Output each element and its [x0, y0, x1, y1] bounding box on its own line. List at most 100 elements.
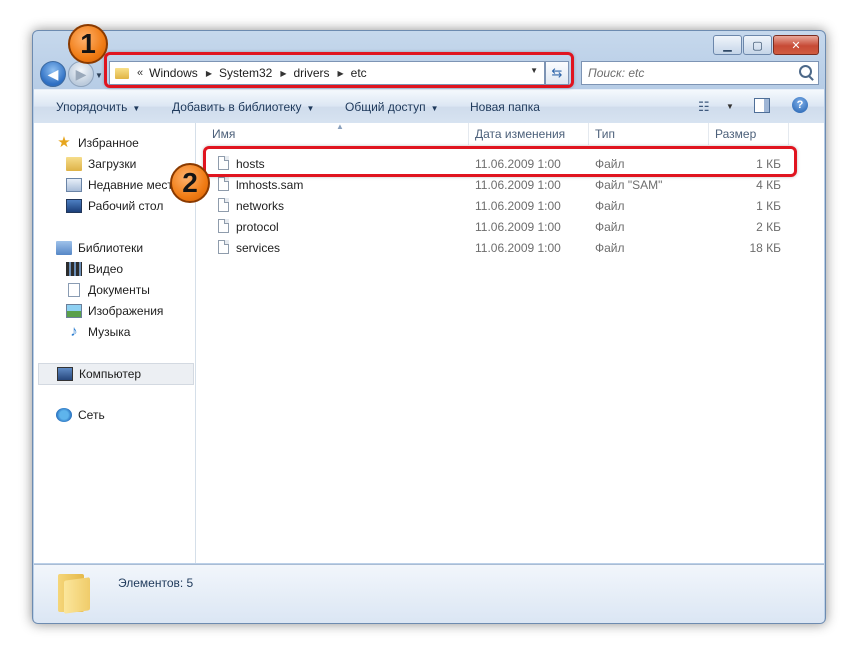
help-icon[interactable]: ?	[792, 97, 808, 113]
music-icon: ♪	[70, 323, 78, 340]
video-icon	[66, 262, 82, 276]
nav-images[interactable]: Изображения	[66, 301, 194, 321]
file-type: Файл	[595, 220, 625, 234]
nav-music-label: Музыка	[88, 325, 131, 339]
organize-label: Упорядочить	[56, 100, 128, 114]
add-to-library-button[interactable]: Добавить в библиотеку ▼	[172, 100, 314, 114]
file-size: 4 КБ	[756, 178, 781, 192]
nav-video-label: Видео	[88, 262, 124, 276]
details-pane: Элементов: 5	[34, 564, 824, 623]
minimize-button[interactable]: ▁	[713, 35, 742, 55]
computer-icon	[57, 367, 73, 381]
recent-pages-dropdown[interactable]: ▼	[95, 71, 103, 80]
file-icon	[218, 240, 229, 254]
file-date: 11.06.2009 1:00	[475, 241, 561, 255]
items-count: Элементов: 5	[118, 576, 194, 590]
nav-computer[interactable]: Компьютер	[38, 363, 194, 385]
forward-button[interactable]: ▶	[68, 61, 94, 87]
nav-network-label: Сеть	[78, 408, 105, 422]
file-row-networks[interactable]: networks 11.06.2009 1:00 Файл 1 КБ	[196, 195, 824, 216]
nav-desktop[interactable]: Рабочий стол	[66, 196, 194, 216]
nav-music[interactable]: ♪ Музыка	[66, 322, 194, 342]
images-icon	[66, 304, 82, 318]
search-input[interactable]: Поиск: etc	[581, 61, 819, 85]
window-controls: ▁ ▢ ✕	[712, 35, 819, 55]
nav-favorites-label: Избранное	[78, 136, 139, 150]
chevron-down-icon: ▼	[430, 104, 439, 113]
nav-video[interactable]: Видео	[66, 259, 194, 279]
file-date: 11.06.2009 1:00	[475, 220, 561, 234]
file-row-protocol[interactable]: protocol 11.06.2009 1:00 Файл 2 КБ	[196, 216, 824, 237]
file-row-lmhosts[interactable]: lmhosts.sam 11.06.2009 1:00 Файл "SAM" 4…	[196, 174, 824, 195]
nav-documents-label: Документы	[88, 283, 150, 297]
organize-button[interactable]: Упорядочить ▼	[56, 100, 140, 114]
file-name: lmhosts.sam	[236, 178, 304, 192]
file-name: protocol	[236, 220, 279, 234]
search-icon	[799, 65, 812, 78]
preview-pane-icon[interactable]	[754, 98, 770, 113]
file-size: 18 КБ	[749, 241, 781, 255]
share-button[interactable]: Общий доступ ▼	[345, 100, 439, 114]
file-size: 2 КБ	[756, 220, 781, 234]
file-type: Файл	[595, 199, 625, 213]
desktop-icon	[66, 199, 82, 213]
nav-images-label: Изображения	[88, 304, 164, 318]
step-badge-1: 1	[68, 24, 108, 64]
folder-icon	[58, 574, 90, 614]
nav-favorites[interactable]: ★ Избранное	[56, 133, 216, 153]
file-date: 11.06.2009 1:00	[475, 199, 561, 213]
network-icon	[56, 408, 72, 422]
star-icon: ★	[57, 134, 71, 151]
nav-libraries-label: Библиотеки	[78, 241, 144, 255]
recent-places-icon	[66, 178, 82, 192]
column-header-name[interactable]: Имя ▲	[196, 122, 469, 145]
column-name-label: Имя	[212, 127, 236, 141]
column-size-label: Размер	[715, 127, 757, 141]
nav-recent-label: Недавние места	[88, 178, 180, 192]
chevron-down-icon: ▼	[132, 104, 141, 113]
command-bar: Упорядочить ▼ Добавить в библиотеку ▼ Общи…	[34, 89, 824, 124]
column-header-type[interactable]: Тип	[589, 123, 709, 145]
file-type: Файл "SAM"	[595, 178, 663, 192]
new-folder-button[interactable]: Новая папка	[470, 100, 540, 114]
nav-downloads-label: Загрузки	[88, 157, 137, 171]
arrow-left-icon: ◀	[47, 65, 59, 82]
file-list: Имя ▲ Дата изменения Тип Размер hosts 11.…	[196, 122, 824, 563]
documents-icon	[68, 283, 80, 297]
file-icon	[218, 177, 229, 191]
nav-desktop-label: Рабочий стол	[88, 199, 164, 213]
file-size: 1 КБ	[756, 199, 781, 213]
nav-computer-label: Компьютер	[79, 367, 142, 381]
file-name: networks	[236, 199, 285, 213]
maximize-button[interactable]: ▢	[743, 35, 772, 55]
column-header-size[interactable]: Размер	[709, 123, 789, 145]
search-placeholder: Поиск: etc	[588, 66, 645, 80]
back-button[interactable]: ◀	[40, 61, 66, 87]
view-options-icon[interactable]: ☷	[698, 99, 710, 115]
file-row-services[interactable]: services 11.06.2009 1:00 Файл 18 КБ	[196, 237, 824, 258]
file-date: 11.06.2009 1:00	[475, 178, 561, 192]
nav-documents[interactable]: Документы	[66, 280, 194, 300]
explorer-window: ▁ ▢ ✕ ◀ ▶ ▼ « Windows ▶ System32 ▶ drive…	[32, 30, 826, 624]
add-to-library-label: Добавить в библиотеку	[172, 100, 302, 114]
close-button[interactable]: ✕	[773, 35, 819, 55]
column-type-label: Тип	[595, 127, 616, 141]
minimize-icon: ▁	[723, 39, 732, 52]
nav-network[interactable]: Сеть	[56, 405, 216, 425]
maximize-icon: ▢	[752, 39, 763, 52]
close-icon: ✕	[791, 39, 801, 52]
column-date-label: Дата изменения	[475, 127, 566, 141]
chevron-down-icon: ▼	[306, 104, 315, 113]
hosts-row-highlight	[203, 146, 797, 177]
downloads-folder-icon	[66, 157, 82, 171]
share-label: Общий доступ	[345, 100, 426, 114]
column-header-date[interactable]: Дата изменения	[469, 123, 589, 145]
address-bar-highlight	[104, 52, 574, 88]
chevron-down-icon[interactable]: ▼	[726, 102, 734, 111]
file-icon	[218, 198, 229, 212]
file-name: services	[236, 241, 281, 255]
sort-ascending-icon: ▲	[336, 122, 344, 131]
libraries-icon	[56, 241, 72, 255]
nav-libraries[interactable]: Библиотеки	[56, 238, 216, 258]
file-type: Файл	[595, 241, 625, 255]
